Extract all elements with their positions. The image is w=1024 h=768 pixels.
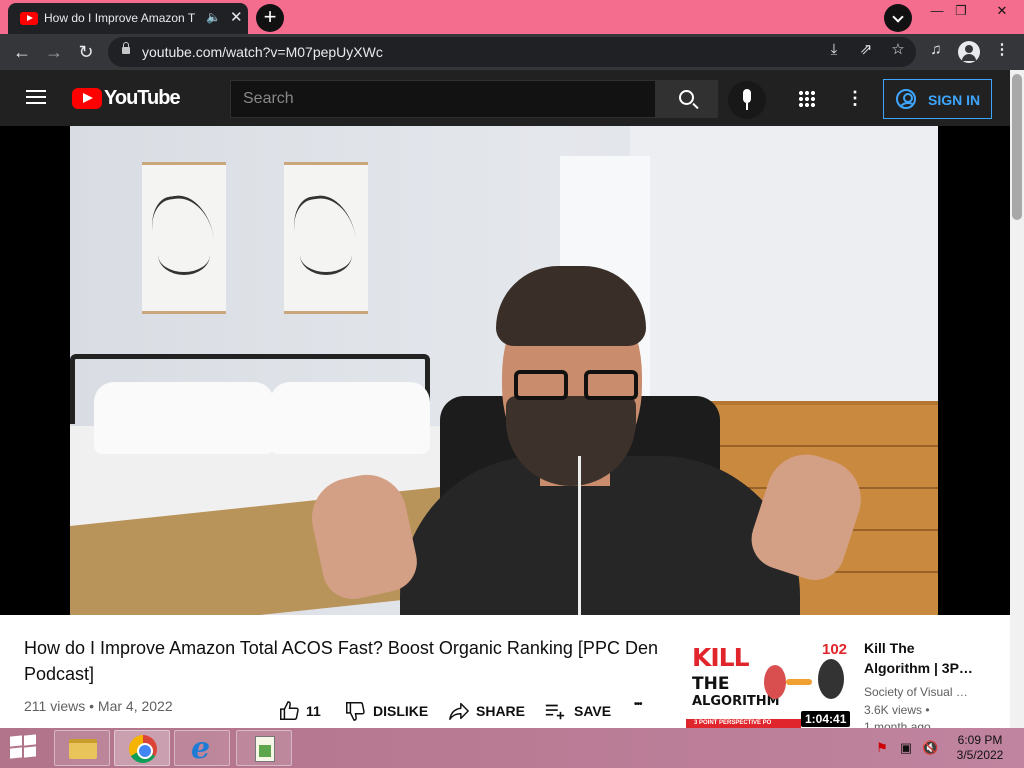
search-icon: [679, 90, 694, 105]
close-window-button[interactable]: ✕: [984, 0, 1020, 24]
video-meta: 211 views • Mar 4, 2022: [24, 698, 173, 714]
volume-muted-icon[interactable]: 🔇: [922, 740, 938, 756]
profile-avatar-icon[interactable]: [958, 41, 980, 63]
recommended-view-count: 3.6K views •: [864, 703, 930, 717]
meta-separator: •: [89, 698, 95, 714]
video-scene-glasses: [514, 370, 640, 404]
taskbar-file-explorer[interactable]: [54, 730, 110, 766]
browser-menu-icon[interactable]: ⋮: [992, 41, 1012, 59]
taskbar-internet-explorer[interactable]: e: [174, 730, 230, 766]
apps-grid-icon[interactable]: [798, 90, 816, 108]
scrollbar-thumb[interactable]: [1012, 74, 1022, 220]
search-input[interactable]: Search: [230, 80, 656, 118]
dislike-label: DISLIKE: [373, 703, 429, 719]
share-page-icon[interactable]: ⇗: [856, 41, 876, 59]
lock-icon[interactable]: [122, 42, 130, 54]
youtube-header: YouTube Search ⋮ SIGN IN: [0, 70, 1010, 126]
file-explorer-icon: [69, 739, 97, 759]
video-actions: 11 DISLIKE SHARE SAVE •••: [278, 699, 678, 722]
hamburger-menu-icon[interactable]: [26, 90, 46, 104]
page-scrollbar[interactable]: [1010, 70, 1024, 728]
bookmark-star-icon[interactable]: ☆: [888, 41, 908, 59]
install-app-icon[interactable]: ⤓: [824, 41, 844, 59]
action-center-flag-icon[interactable]: ⚑: [874, 740, 890, 756]
like-button[interactable]: 11: [278, 700, 328, 722]
save-playlist-icon: [545, 704, 565, 720]
video-scene-pillow: [94, 382, 274, 454]
clock-time: 6:09 PM: [957, 733, 1003, 747]
new-tab-button[interactable]: +: [256, 4, 284, 32]
reload-icon[interactable]: ↻: [74, 40, 98, 64]
recommended-channel-name[interactable]: Society of Visual …: [864, 685, 974, 699]
youtube-logo-text[interactable]: YouTube: [104, 87, 181, 110]
share-arrow-icon: [449, 702, 469, 720]
voice-search-mic-icon[interactable]: [728, 81, 766, 119]
close-tab-icon[interactable]: ✕: [230, 8, 243, 26]
video-scene-poster-left: [142, 162, 226, 314]
taskbar-notepad[interactable]: [236, 730, 292, 766]
youtube-logo-icon[interactable]: [72, 88, 102, 109]
tab-search-chevron-icon[interactable]: [884, 4, 912, 32]
video-player[interactable]: [70, 126, 938, 615]
dislike-button[interactable]: DISLIKE: [344, 700, 434, 722]
publish-date: Mar 4, 2022: [97, 698, 173, 714]
thumb-text-the: THE: [692, 674, 730, 694]
share-button[interactable]: SHARE: [448, 700, 528, 722]
system-clock[interactable]: 6:09 PM 3/5/2022: [950, 733, 1010, 763]
video-scene-pillow: [270, 382, 430, 454]
save-label: SAVE: [574, 703, 612, 719]
tab-title: How do I Improve Amazon T: [44, 11, 196, 25]
restore-button[interactable]: ❐: [946, 0, 976, 24]
youtube-favicon-icon: [20, 12, 38, 25]
view-count: 211 views: [24, 698, 86, 714]
back-arrow-icon[interactable]: ←: [10, 40, 34, 64]
more-actions-button[interactable]: •••: [634, 696, 658, 718]
search-button[interactable]: [656, 80, 718, 118]
more-dots-icon: •••: [634, 699, 642, 710]
media-control-icon[interactable]: ♫: [926, 41, 946, 59]
thumb-figure-dark: [818, 659, 844, 699]
thumb-banner: 3 POINT PERSPECTIVE PO: [686, 719, 801, 728]
url-text[interactable]: youtube.com/watch?v=M07pepUyXWc: [142, 44, 383, 60]
settings-kebab-icon[interactable]: ⋮: [846, 86, 864, 110]
sign-in-button[interactable]: SIGN IN: [883, 79, 992, 119]
sign-in-label: SIGN IN: [928, 92, 981, 108]
forward-arrow-icon[interactable]: →: [42, 40, 66, 64]
taskbar-chrome[interactable]: [114, 730, 170, 766]
user-circle-icon: [896, 89, 916, 109]
windows-taskbar: e ⚑ ▣ 🔇 6:09 PM 3/5/2022: [0, 728, 1024, 768]
browser-tab-strip: How do I Improve Amazon T 🔈 ✕ + — ❐ ✕: [0, 0, 1024, 34]
browser-toolbar: ← → ↻ youtube.com/watch?v=M07pepUyXWc ⤓ …: [0, 34, 1024, 70]
recommended-video-title[interactable]: Kill The Algorithm | 3P…: [864, 638, 984, 678]
video-title: How do I Improve Amazon Total ACOS Fast?…: [24, 638, 658, 684]
share-label: SHARE: [476, 703, 526, 719]
clock-date: 3/5/2022: [956, 748, 1004, 762]
chrome-icon: [129, 735, 157, 763]
thumb-text-kill: KILL: [692, 643, 750, 672]
video-scene-wall: [630, 126, 938, 426]
recommended-age: 1 month ago: [864, 721, 931, 728]
address-bar[interactable]: youtube.com/watch?v=M07pepUyXWc: [108, 37, 916, 67]
thumbs-up-icon: [280, 701, 299, 720]
like-count: 11: [306, 703, 321, 719]
browser-tab[interactable]: How do I Improve Amazon T 🔈 ✕: [8, 3, 248, 34]
notepad-icon: [255, 736, 275, 762]
network-icon[interactable]: ▣: [898, 740, 914, 756]
screen: How do I Improve Amazon T 🔈 ✕ + — ❐ ✕ ← …: [0, 0, 1024, 768]
speaker-icon[interactable]: 🔈: [206, 10, 221, 24]
episode-number: 102: [822, 641, 848, 658]
thumbs-down-icon: [346, 702, 365, 721]
thumb-text-algorithm: ALGORITHM: [692, 694, 780, 709]
video-duration-badge: 1:04:41: [801, 711, 851, 727]
recommended-video-thumbnail[interactable]: KILL THE ALGORITHM 102 3 POINT PERSPECTI…: [686, 637, 856, 728]
video-scene-poster-right: [284, 162, 368, 314]
thumb-figure-red: [764, 665, 786, 699]
windows-start-icon[interactable]: [10, 734, 38, 760]
internet-explorer-icon: e: [191, 731, 211, 766]
save-button[interactable]: SAVE: [544, 700, 614, 722]
video-info-area: How do I Improve Amazon Total ACOS Fast?…: [0, 615, 1010, 728]
